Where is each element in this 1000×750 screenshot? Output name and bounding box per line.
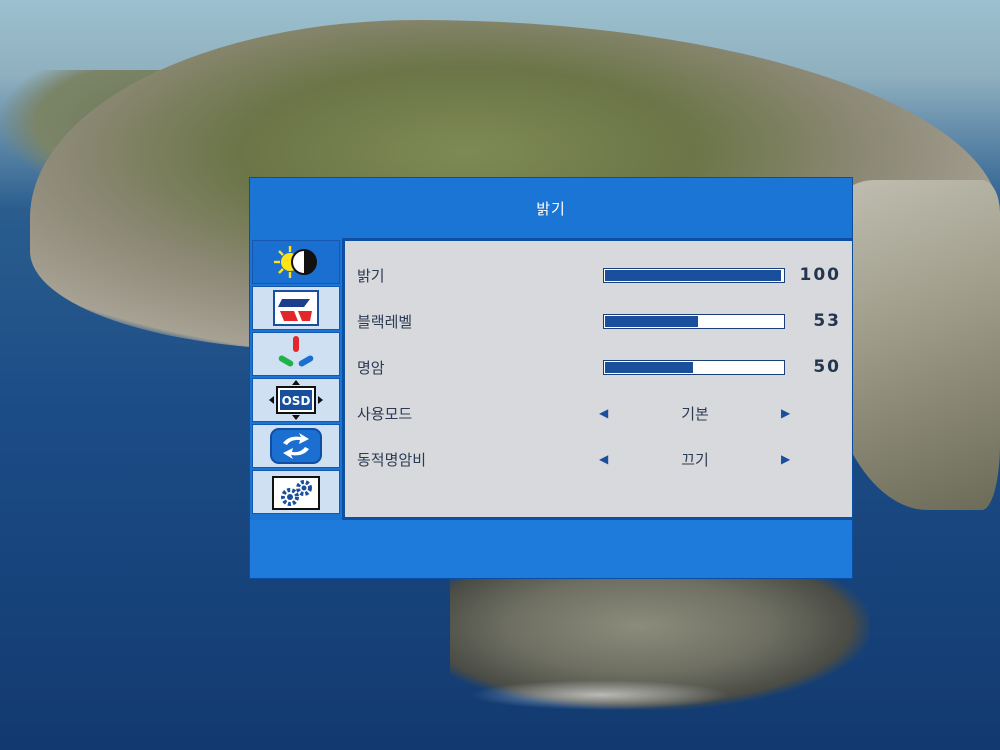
osd-title: 밝기 [536,199,566,218]
reset-icon [270,428,322,464]
right-arrow-icon[interactable]: ▶ [781,406,790,420]
rgb-color-icon [278,336,314,367]
osd-content-panel: 밝기 100 블랙레벨 53 명암 50 사용모드 ◀ 기본 ▶ 동적명암비 ◀… [342,238,852,520]
brightness-contrast-icon [274,246,317,278]
setting-row-dcr[interactable]: 동적명암비 ◀ 끄기 ▶ [345,437,850,481]
contrast-slider[interactable] [603,359,785,375]
left-arrow-icon[interactable]: ◀ [599,452,608,466]
setting-label: 블랙레벨 [357,312,413,331]
setting-value: 50 [813,357,841,377]
setting-label: 동적명암비 [357,450,427,469]
osd-footer [250,520,852,578]
slider-fill [605,269,781,281]
setting-value: 53 [813,311,841,331]
setting-row-brightness[interactable]: 밝기 100 [345,253,850,297]
setting-row-contrast[interactable]: 명암 50 [345,345,850,389]
setting-option-value: 기본 [681,404,709,423]
setting-row-use-mode[interactable]: 사용모드 ◀ 기본 ▶ [345,391,850,435]
monitor-osd-menu: 밝기 OSD 밝기 100 블랙레벨 53 명암 50 사용모드 ◀ 기본 ▶ … [250,178,852,578]
left-arrow-icon[interactable]: ◀ [599,406,608,420]
osd-sidebar: OSD [250,238,342,518]
menu-color-setting[interactable] [252,286,340,330]
menu-osd-setting[interactable]: OSD [252,378,340,422]
setting-row-black-level[interactable]: 블랙레벨 53 [345,299,850,343]
menu-brightness[interactable] [252,240,340,284]
wallpaper-foam [470,680,730,710]
setting-label: 사용모드 [357,404,413,423]
brightness-slider[interactable] [603,267,785,283]
osd-icon-text: OSD [282,394,311,408]
osd-position-icon: OSD [269,380,323,420]
black-level-slider[interactable] [603,313,785,329]
setting-value: 100 [799,265,841,285]
color-setting-icon [273,290,319,326]
setting-option-value: 끄기 [681,450,709,469]
settings-gears-icon [272,476,320,510]
menu-settings[interactable] [252,470,340,514]
slider-fill [605,315,698,327]
right-arrow-icon[interactable]: ▶ [781,452,790,466]
slider-fill [605,361,693,373]
setting-label: 명암 [357,358,385,377]
menu-rgb[interactable] [252,332,340,376]
menu-reset[interactable] [252,424,340,468]
setting-label: 밝기 [357,266,385,285]
